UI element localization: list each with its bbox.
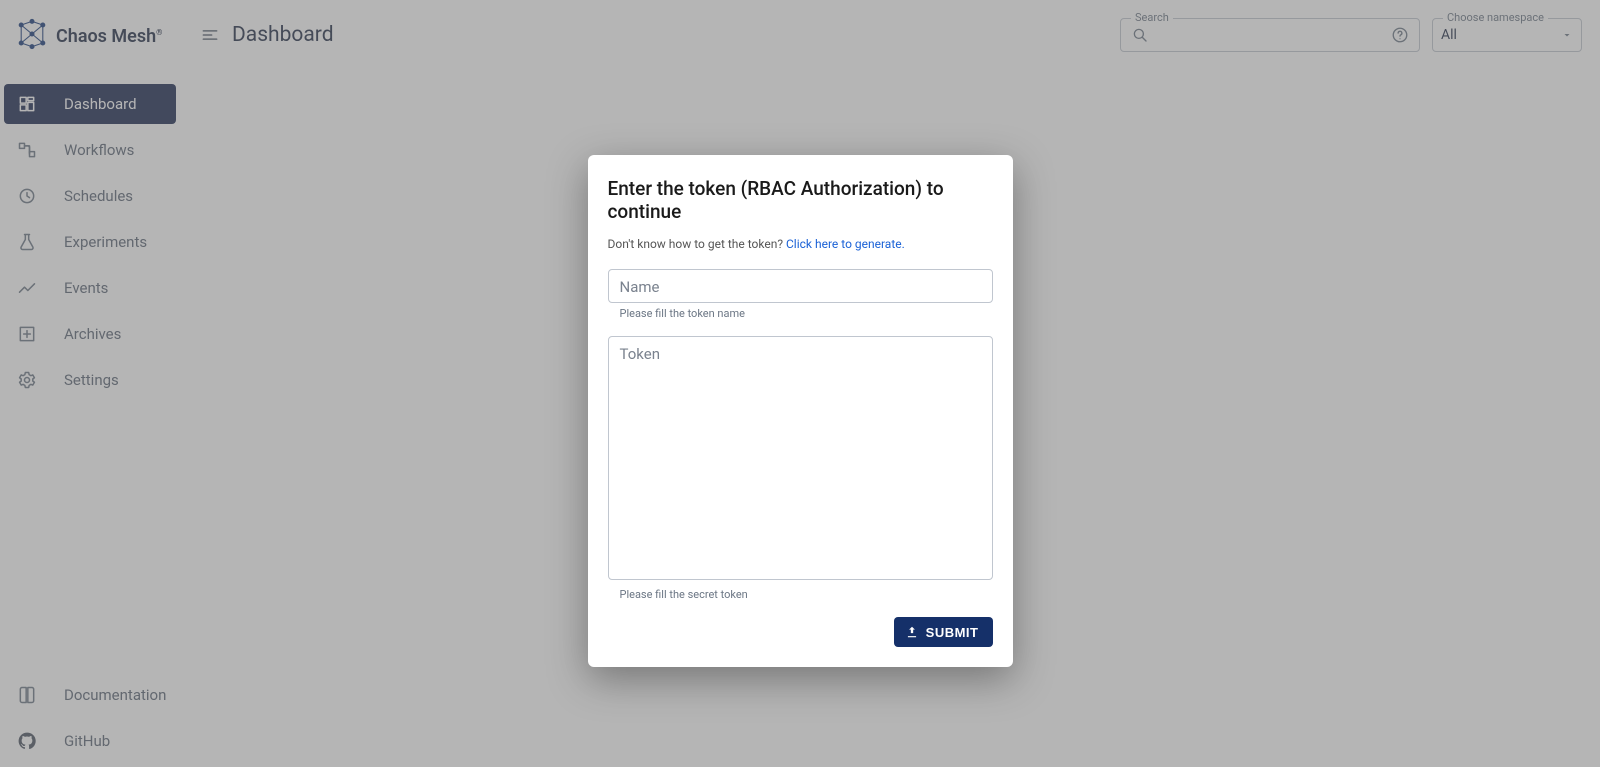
submit-button[interactable]: SUBMIT bbox=[894, 617, 993, 647]
name-input[interactable] bbox=[608, 269, 993, 303]
dialog-actions: SUBMIT bbox=[608, 617, 993, 647]
token-input[interactable] bbox=[608, 336, 993, 580]
token-helper: Please fill the secret token bbox=[620, 588, 993, 601]
token-dialog: Enter the token (RBAC Authorization) to … bbox=[588, 155, 1013, 667]
dialog-hint-text: Don't know how to get the token? bbox=[608, 237, 787, 251]
submit-label: SUBMIT bbox=[926, 625, 979, 640]
dialog-hint: Don't know how to get the token? Click h… bbox=[608, 237, 993, 251]
dialog-title: Enter the token (RBAC Authorization) to … bbox=[608, 177, 993, 223]
name-helper: Please fill the token name bbox=[620, 307, 993, 320]
modal-backdrop: Enter the token (RBAC Authorization) to … bbox=[0, 0, 1600, 767]
generate-token-link[interactable]: Click here to generate. bbox=[786, 237, 905, 251]
name-field: Name bbox=[608, 269, 993, 303]
token-field: Token bbox=[608, 336, 993, 584]
upload-icon bbox=[904, 624, 920, 640]
